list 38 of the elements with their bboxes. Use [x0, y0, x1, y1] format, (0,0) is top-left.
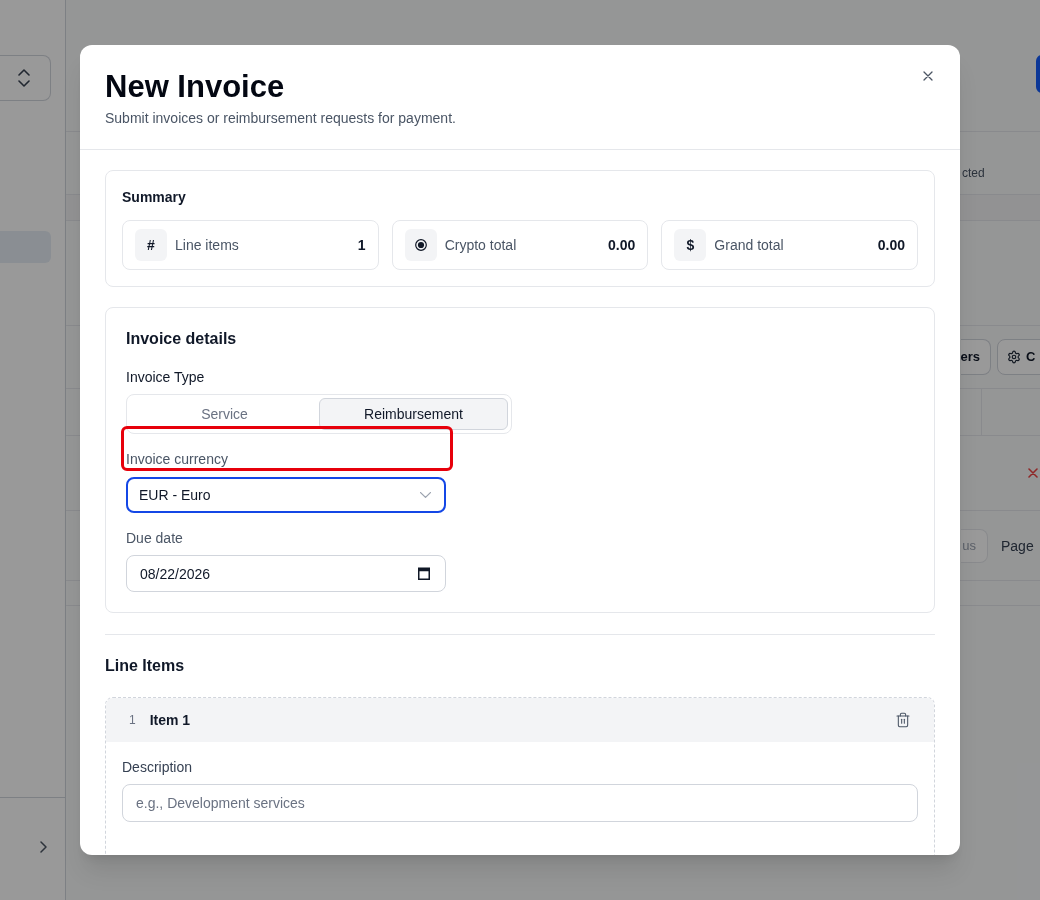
hash-symbol: #	[135, 229, 167, 261]
dialog-subtitle: Submit invoices or reimbursement requests for payment.	[105, 109, 456, 128]
stat-value: 1	[357, 236, 366, 255]
type-option[interactable]: Reimbursement	[319, 398, 508, 430]
item-title: Item 1	[149, 711, 191, 730]
stat-label: Crypto total	[444, 236, 517, 255]
delete-button[interactable]	[895, 712, 911, 728]
section-title: Summary	[122, 188, 186, 207]
workspace-switcher[interactable]	[0, 55, 51, 101]
radio-ring-icon	[404, 229, 437, 261]
chevrons-up-down-icon	[18, 68, 30, 88]
due-date-input[interactable]: 08/22/2026	[126, 555, 446, 592]
chevron-down-icon	[420, 492, 431, 498]
currency-select[interactable]: EUR - Euro	[126, 477, 446, 513]
field-label: Due date	[126, 529, 183, 548]
field-label: Invoice Type	[126, 368, 205, 387]
stat-value: 0.00	[608, 236, 636, 255]
stat-value: 0.00	[877, 236, 905, 255]
gear-icon	[1007, 350, 1021, 364]
trash-icon	[895, 712, 911, 728]
calendar-icon[interactable]	[418, 567, 430, 580]
field-label: Invoice currency	[126, 450, 228, 469]
dollar-symbol: $	[674, 229, 707, 261]
field-label: Description	[122, 758, 193, 777]
dialog-title: New Invoice	[105, 68, 285, 105]
section-title: Invoice details	[126, 329, 237, 349]
close-icon[interactable]	[1028, 468, 1039, 478]
selection-label: cted	[962, 165, 985, 181]
item-number: 1	[129, 712, 136, 728]
page-indicator: Page	[1001, 536, 1034, 556]
stat-label: Grand total	[714, 236, 784, 255]
section-title: Line Items	[105, 656, 185, 676]
stat-label: Line items	[175, 236, 239, 255]
settings-button[interactable]: C	[997, 339, 1040, 375]
chevron-right-icon[interactable]	[40, 841, 47, 853]
filters-button[interactable]: ers	[961, 339, 991, 375]
close-icon	[923, 71, 933, 81]
description-input[interactable]: e.g., Development services	[122, 784, 918, 822]
